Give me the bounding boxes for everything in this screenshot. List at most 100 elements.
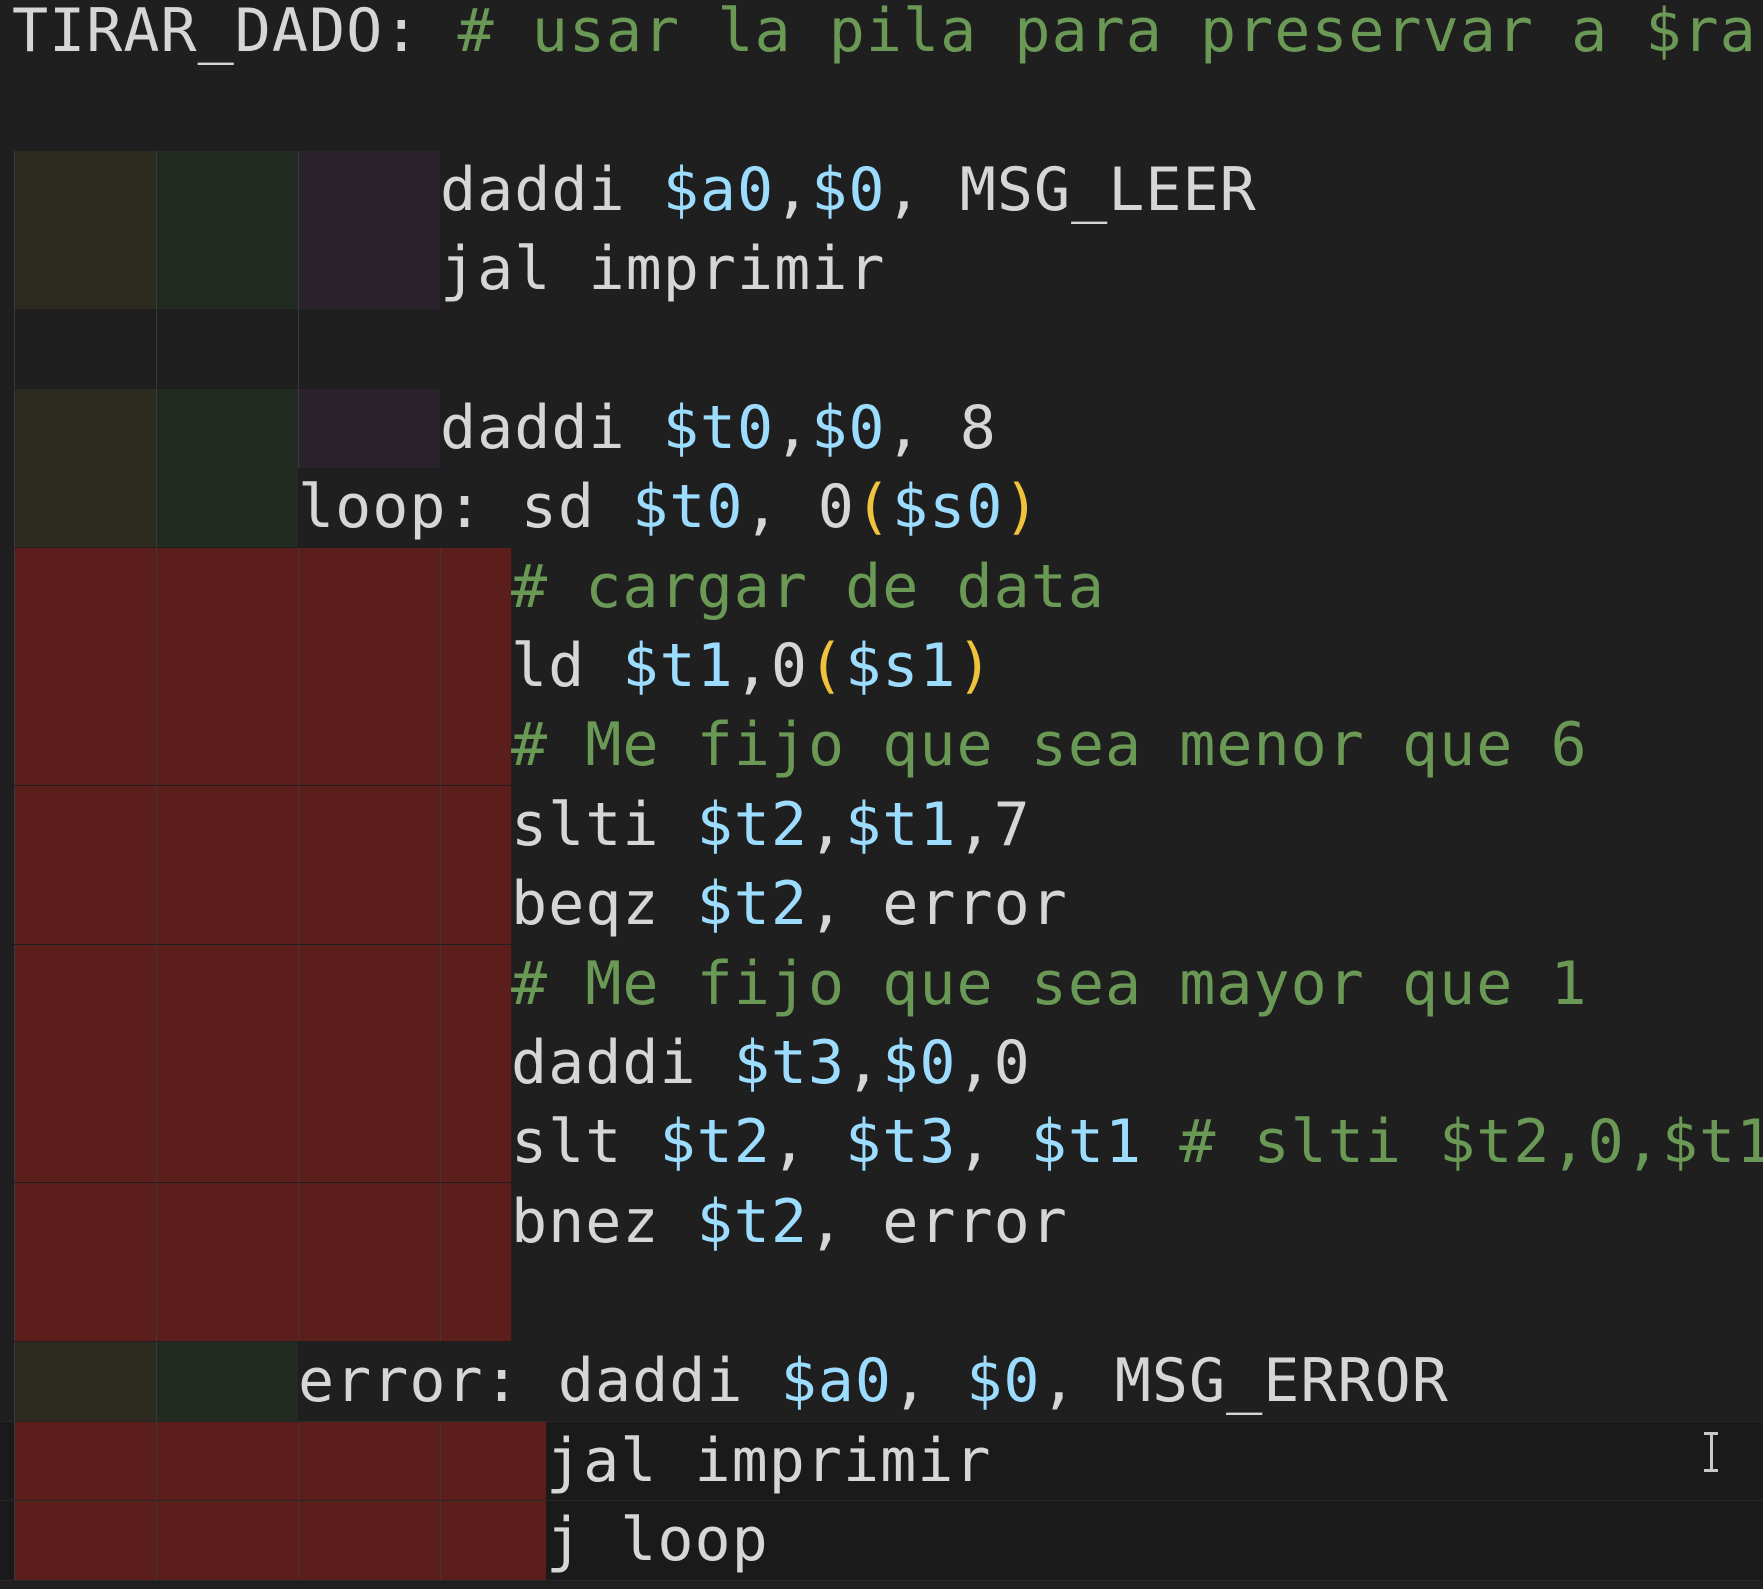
- comment-token: # slti $t2,0,$t1: [1142, 1107, 1763, 1177]
- indent-guide-line: [298, 1422, 299, 1501]
- code-token: daddi: [440, 155, 663, 225]
- code-line[interactable]: jal imprimir: [0, 230, 1763, 309]
- indent-guide-line: [156, 627, 157, 706]
- code-line[interactable]: daddi $a0,$0, MSG_LEER: [0, 151, 1763, 230]
- indent-fill: [14, 945, 511, 1024]
- code-text[interactable]: # cargar de data: [511, 548, 1105, 627]
- register-token: $0: [966, 1346, 1041, 1416]
- indent-guide: [156, 151, 298, 230]
- code-line[interactable]: [0, 309, 1763, 388]
- indent-guide: [298, 309, 440, 388]
- register-token: $t2: [659, 1107, 771, 1177]
- indent-fill: [14, 1024, 511, 1103]
- code-token: , MSG_ERROR: [1040, 1346, 1449, 1416]
- code-token: jal imprimir: [546, 1426, 992, 1496]
- code-token: ,: [774, 155, 812, 225]
- code-text[interactable]: bnez $t2, error: [511, 1183, 1068, 1262]
- indent-guide-line: [298, 1024, 299, 1103]
- code-text[interactable]: beqz $t2, error: [511, 865, 1068, 944]
- code-text[interactable]: ld $t1,0($s1): [511, 627, 994, 706]
- code-token: , 8: [885, 393, 997, 463]
- indent-guide: [156, 309, 298, 388]
- indent-guide-line: [298, 548, 299, 627]
- register-token: $t1: [845, 790, 957, 860]
- code-token: (: [854, 472, 892, 542]
- code-text[interactable]: j loop: [546, 1501, 769, 1580]
- code-editor[interactable]: TIRAR_DADO: # usar la pila para preserva…: [0, 0, 1763, 1589]
- code-line[interactable]: # Me fijo que sea mayor que 1: [0, 945, 1763, 1024]
- indent-guide-line: [298, 627, 299, 706]
- indent-guide-line: [298, 1183, 299, 1262]
- code-token: ,: [845, 1028, 883, 1098]
- register-token: $a0: [780, 1346, 892, 1416]
- code-text[interactable]: loop: sd $t0, 0($s0): [298, 468, 1040, 547]
- indent-fill: [14, 1103, 511, 1182]
- code-token: ): [956, 631, 994, 701]
- code-line[interactable]: slti $t2,$t1,7: [0, 786, 1763, 865]
- code-token: ,7: [956, 790, 1031, 860]
- text-cursor-icon: [1704, 1432, 1724, 1472]
- code-line[interactable]: [0, 71, 1763, 150]
- indent-guide: [156, 230, 298, 309]
- indent-guide-line: [156, 706, 157, 785]
- code-line[interactable]: daddi $t0,$0, 8: [0, 389, 1763, 468]
- indent-guide-line: [156, 1183, 157, 1262]
- code-token: jal imprimir: [440, 234, 886, 304]
- indent-guide-line: [440, 945, 441, 1024]
- indent-guide-line: [298, 865, 299, 944]
- indent-guide: [298, 389, 440, 468]
- indent-guide: [14, 468, 156, 547]
- code-text[interactable]: jal imprimir: [440, 230, 885, 309]
- code-token: bnez: [511, 1187, 697, 1257]
- code-line[interactable]: j loop: [0, 1500, 1763, 1581]
- indent-guide-line: [156, 786, 157, 865]
- code-text[interactable]: slti $t2,$t1,7: [511, 786, 1031, 865]
- code-token: error: daddi: [298, 1346, 781, 1416]
- code-text[interactable]: # Me fijo que sea menor que 6: [511, 706, 1588, 785]
- indent-guide-line: [440, 1501, 441, 1580]
- register-token: $t2: [696, 869, 808, 939]
- indent-guide: [14, 230, 156, 309]
- indent-guide-line: [440, 865, 441, 944]
- code-text[interactable]: daddi $t0,$0, 8: [440, 389, 997, 468]
- register-token: $t1: [1030, 1107, 1143, 1177]
- indent-guide-line: [298, 1262, 299, 1341]
- register-token: $t2: [696, 790, 808, 860]
- register-token: $t3: [733, 1028, 846, 1098]
- code-line[interactable]: loop: sd $t0, 0($s0): [0, 468, 1763, 547]
- code-token: TIRAR_DADO:: [12, 0, 421, 66]
- code-text[interactable]: # Me fijo que sea mayor que 1: [511, 945, 1588, 1024]
- code-line[interactable]: # cargar de data: [0, 548, 1763, 627]
- indent-guide: [14, 389, 156, 468]
- indent-guide-line: [298, 786, 299, 865]
- comment-token: # Me fijo que sea menor que 6: [511, 710, 1588, 780]
- code-text[interactable]: daddi $a0,$0, MSG_LEER: [440, 151, 1257, 230]
- register-token: $s0: [891, 472, 1004, 542]
- code-line[interactable]: beqz $t2, error: [0, 865, 1763, 944]
- code-line[interactable]: error: daddi $a0, $0, MSG_ERROR: [0, 1342, 1763, 1421]
- code-token: , 0: [743, 472, 855, 542]
- code-line[interactable]: bnez $t2, error: [0, 1183, 1763, 1262]
- code-line[interactable]: [0, 1262, 1763, 1341]
- code-line[interactable]: daddi $t3,$0,0: [0, 1024, 1763, 1103]
- indent-guide-line: [298, 1103, 299, 1182]
- code-text[interactable]: slt $t2, $t3, $t1 # slti $t2,0,$t1: [511, 1103, 1763, 1182]
- indent-guide: [298, 151, 440, 230]
- indent-guide: [156, 468, 298, 547]
- code-line[interactable]: TIRAR_DADO: # usar la pila para preserva…: [0, 0, 1763, 71]
- code-line[interactable]: ld $t1,0($s1): [0, 627, 1763, 706]
- code-line[interactable]: jal imprimir: [0, 1421, 1763, 1502]
- code-line[interactable]: # Me fijo que sea menor que 6: [0, 706, 1763, 785]
- code-line[interactable]: slt $t2, $t3, $t1 # slti $t2,0,$t1: [0, 1103, 1763, 1182]
- code-text[interactable]: TIRAR_DADO: # usar la pila para preserva…: [12, 0, 1757, 71]
- code-text[interactable]: daddi $t3,$0,0: [511, 1024, 1031, 1103]
- indent-guide-line: [440, 1422, 441, 1501]
- indent-guide-line: [440, 786, 441, 865]
- register-token: $t0: [632, 472, 744, 542]
- code-text[interactable]: error: daddi $a0, $0, MSG_ERROR: [298, 1342, 1449, 1421]
- comment-token: # usar la pila para preservar a $ra: [420, 0, 1757, 66]
- code-token: slti: [511, 790, 697, 860]
- indent-guide-line: [298, 1501, 299, 1580]
- code-text[interactable]: jal imprimir: [546, 1422, 991, 1501]
- indent-fill: [14, 548, 511, 627]
